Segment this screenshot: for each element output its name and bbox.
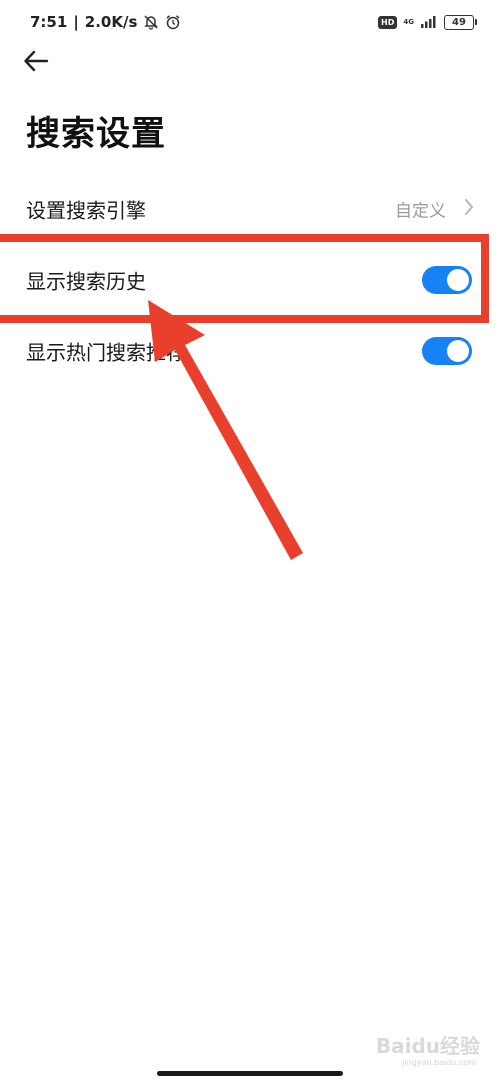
back-button[interactable] [20, 46, 52, 80]
search-engine-value: 自定义 [395, 201, 446, 222]
search-history-row[interactable]: 显示搜索历史 [0, 248, 500, 312]
hot-search-label: 显示热门搜索推荐 [26, 340, 186, 365]
hot-search-toggle[interactable] [422, 337, 472, 365]
page-title: 搜索设置 [26, 114, 166, 154]
hd-badge: HD [378, 15, 398, 29]
search-engine-label: 设置搜索引擎 [26, 198, 146, 223]
status-time: 7:51 [30, 13, 68, 31]
status-network-speed: 2.0K/s [84, 13, 138, 31]
battery-icon: 49 [444, 14, 477, 30]
search-history-toggle[interactable] [422, 266, 472, 294]
toggle-knob [447, 340, 469, 362]
annotation-arrow [148, 300, 303, 560]
status-separator: | [73, 13, 79, 31]
chevron-right-icon [464, 198, 474, 220]
signal-icon [420, 13, 438, 32]
alarm-icon [165, 14, 181, 30]
network-type: 4G [403, 18, 414, 26]
watermark-logo: Baidu经验 [375, 1034, 480, 1058]
notifications-off-icon [143, 14, 159, 30]
hot-search-row[interactable]: 显示热门搜索推荐 [0, 319, 500, 383]
search-history-label: 显示搜索历史 [26, 269, 146, 294]
status-right: HD 4G 49 [378, 12, 477, 32]
network-type-label: 4G [403, 18, 414, 26]
home-indicator[interactable] [157, 1071, 343, 1076]
status-left: 7:51 | 2.0K/s [30, 11, 181, 33]
status-bar: 7:51 | 2.0K/s HD 4G 49 [0, 0, 500, 44]
search-engine-row[interactable]: 设置搜索引擎 自定义 [0, 177, 500, 241]
toggle-knob [447, 269, 469, 291]
battery-level: 49 [452, 16, 466, 28]
arrow-left-icon [23, 50, 49, 76]
watermark-domain: jingyan.baidu.com [402, 1058, 476, 1067]
